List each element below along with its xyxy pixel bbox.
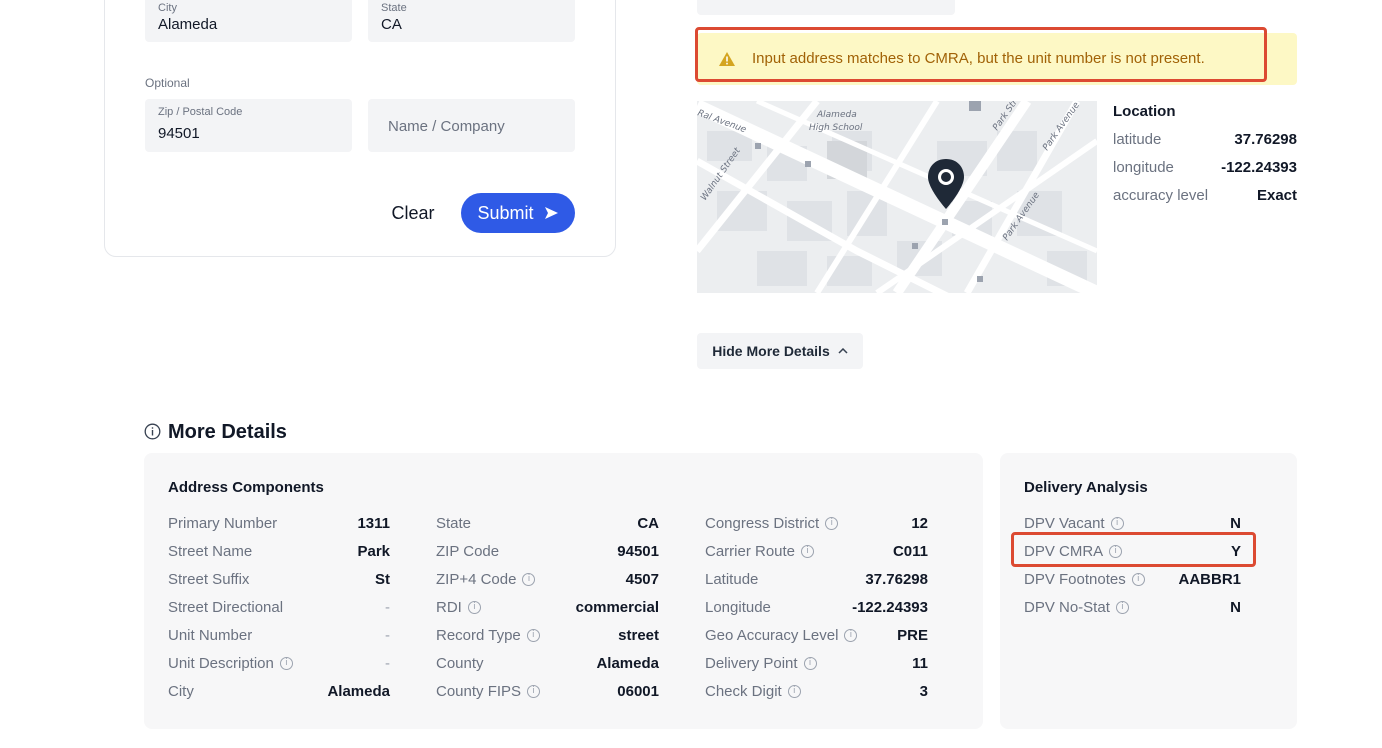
value-record-type: street bbox=[618, 627, 659, 644]
value-street-suffix: St bbox=[375, 571, 390, 588]
key-county-fips: County FIPS i bbox=[436, 683, 541, 700]
more-details-title: More Details bbox=[168, 421, 287, 443]
value-unit-description: - bbox=[385, 655, 390, 672]
key-city: City bbox=[168, 683, 194, 700]
key-dpv-vacant: DPV Vacant i bbox=[1024, 515, 1124, 532]
key-county: County bbox=[436, 655, 484, 672]
location-map[interactable]: Alameda High School Ral Avenue Walnut St… bbox=[697, 101, 1097, 293]
value-carrier-route: C011 bbox=[892, 543, 928, 560]
location-value-accuracy: Exact bbox=[1256, 187, 1297, 204]
top-input-partial[interactable] bbox=[697, 0, 955, 15]
info-icon[interactable]: i bbox=[844, 629, 858, 642]
location-value-longitude: -122.24393 bbox=[1221, 159, 1297, 176]
location-value-latitude: 37.76298 bbox=[1234, 131, 1297, 148]
key-state: State bbox=[436, 515, 472, 532]
dpv-cmra-highlight-outline bbox=[1011, 532, 1256, 567]
location-title: Location bbox=[1113, 103, 1176, 120]
info-circle-icon bbox=[144, 423, 161, 440]
value-latitude: 37.76298 bbox=[865, 571, 928, 588]
key-zip4-code: ZIP+4 Code i bbox=[436, 571, 536, 588]
value-delivery-point: 11 bbox=[912, 655, 928, 672]
value-dpv-no-stat: N bbox=[1230, 599, 1241, 616]
key-street-suffix: Street Suffix bbox=[168, 571, 250, 588]
info-icon[interactable]: i bbox=[522, 573, 536, 586]
warning-text: Input address matches to CMRA, but the u… bbox=[752, 50, 1205, 67]
info-icon[interactable]: i bbox=[787, 685, 801, 698]
value-county: Alameda bbox=[596, 655, 659, 672]
map-label-high-school: High School bbox=[809, 123, 863, 133]
zip-field-value: 94501 bbox=[158, 125, 200, 142]
value-rdi: commercial bbox=[575, 599, 659, 616]
city-field[interactable]: City Alameda bbox=[145, 0, 352, 42]
key-street-directional: Street Directional bbox=[168, 599, 284, 616]
key-primary-number: Primary Number bbox=[168, 515, 278, 532]
value-dpv-vacant: N bbox=[1230, 515, 1241, 532]
value-state: CA bbox=[637, 515, 659, 532]
location-key-accuracy: accuracy level bbox=[1113, 187, 1209, 204]
hide-more-details-button[interactable]: Hide More Details bbox=[697, 333, 863, 369]
key-longitude: Longitude bbox=[705, 599, 771, 616]
value-city: Alameda bbox=[327, 683, 390, 700]
value-check-digit: 3 bbox=[919, 683, 928, 700]
map-label-alameda: Alameda bbox=[816, 110, 857, 120]
submit-button-label: Submit bbox=[477, 202, 534, 223]
value-zip4-code: 4507 bbox=[625, 571, 659, 588]
state-field[interactable]: State CA bbox=[368, 0, 575, 42]
info-icon[interactable]: i bbox=[1110, 517, 1124, 530]
clear-button[interactable]: Clear bbox=[384, 199, 442, 227]
name-company-placeholder: Name / Company bbox=[388, 118, 505, 135]
value-county-fips: 06001 bbox=[617, 683, 659, 700]
value-congress-district: 12 bbox=[911, 515, 928, 532]
value-zip-code: 94501 bbox=[617, 543, 659, 560]
key-unit-number: Unit Number bbox=[168, 627, 253, 644]
state-field-value: CA bbox=[381, 16, 402, 33]
city-field-label: City bbox=[158, 2, 177, 14]
warning-icon bbox=[719, 52, 735, 66]
key-unit-description: Unit Description i bbox=[168, 655, 293, 672]
key-record-type: Record Type i bbox=[436, 627, 540, 644]
value-unit-number: - bbox=[385, 627, 390, 644]
key-carrier-route: Carrier Route i bbox=[705, 543, 815, 560]
value-street-directional: - bbox=[385, 599, 390, 616]
send-icon bbox=[544, 207, 558, 219]
key-check-digit: Check Digit i bbox=[705, 683, 801, 700]
map-graphic: Alameda High School Ral Avenue Walnut St… bbox=[697, 101, 1097, 293]
info-icon[interactable]: i bbox=[825, 517, 839, 530]
value-geo-accuracy-level: PRE bbox=[897, 627, 928, 644]
key-congress-district: Congress District i bbox=[705, 515, 839, 532]
key-latitude: Latitude bbox=[705, 571, 759, 588]
state-field-label: State bbox=[381, 2, 407, 14]
value-dpv-footnotes: AABBR1 bbox=[1178, 571, 1241, 588]
info-icon[interactable]: i bbox=[527, 685, 541, 698]
zip-field[interactable]: Zip / Postal Code 94501 bbox=[145, 99, 352, 152]
info-icon[interactable]: i bbox=[1115, 601, 1129, 614]
key-zip-code: ZIP Code bbox=[436, 543, 500, 560]
info-icon[interactable]: i bbox=[467, 601, 481, 614]
submit-button[interactable]: Submit bbox=[461, 193, 575, 233]
value-longitude: -122.24393 bbox=[852, 599, 928, 616]
key-dpv-no-stat: DPV No-Stat i bbox=[1024, 599, 1129, 616]
hide-more-details-label: Hide More Details bbox=[712, 343, 830, 359]
key-street-name: Street Name bbox=[168, 543, 253, 560]
zip-field-label: Zip / Postal Code bbox=[158, 106, 243, 118]
info-icon[interactable]: i bbox=[526, 629, 540, 642]
chevron-up-icon bbox=[838, 348, 848, 354]
name-company-field[interactable]: Name / Company bbox=[368, 99, 575, 152]
city-field-value: Alameda bbox=[158, 16, 218, 33]
info-icon[interactable]: i bbox=[803, 657, 817, 670]
location-key-longitude: longitude bbox=[1113, 159, 1174, 176]
key-dpv-footnotes: DPV Footnotes i bbox=[1024, 571, 1145, 588]
key-delivery-point: Delivery Point i bbox=[705, 655, 817, 672]
key-geo-accuracy-level: Geo Accuracy Level i bbox=[705, 627, 858, 644]
location-key-latitude: latitude bbox=[1113, 131, 1162, 148]
info-icon[interactable]: i bbox=[801, 545, 815, 558]
delivery-analysis-title: Delivery Analysis bbox=[1024, 479, 1148, 496]
value-primary-number: 1311 bbox=[357, 515, 390, 532]
optional-label: Optional bbox=[145, 76, 190, 90]
address-components-title: Address Components bbox=[168, 479, 324, 496]
key-rdi: RDI i bbox=[436, 599, 481, 616]
value-street-name: Park bbox=[357, 543, 390, 560]
